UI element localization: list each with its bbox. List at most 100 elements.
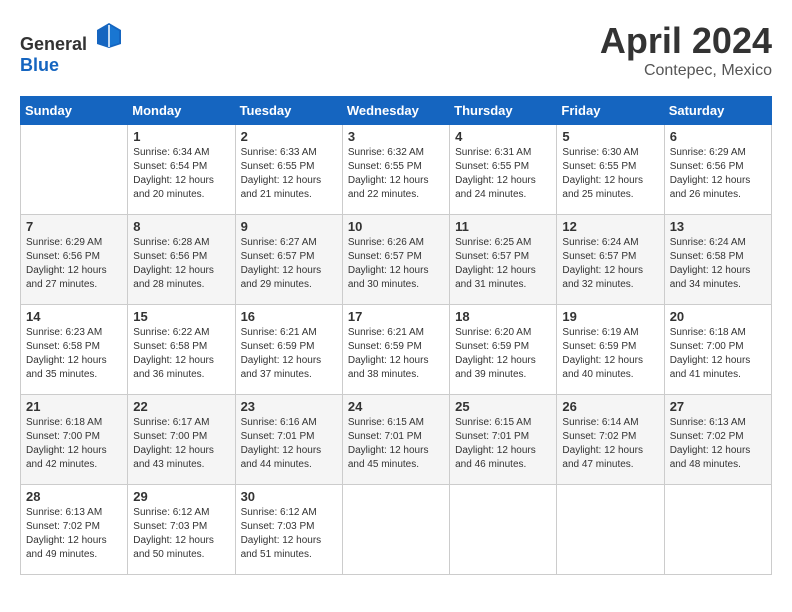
day-number: 5 (562, 129, 658, 144)
day-info: Sunrise: 6:18 AM Sunset: 7:00 PM Dayligh… (670, 326, 766, 382)
title-block: April 2024 Contepec, Mexico (600, 20, 772, 80)
day-info: Sunrise: 6:21 AM Sunset: 6:59 PM Dayligh… (348, 326, 444, 382)
calendar-cell: 24Sunrise: 6:15 AM Sunset: 7:01 PM Dayli… (342, 395, 449, 485)
day-number: 21 (26, 399, 122, 414)
calendar-cell: 27 Sunrise: 6:13 AM Sunset: 7:02 PM Dayli… (664, 395, 771, 485)
day-number: 14 (26, 309, 122, 324)
calendar-cell: 6 Sunrise: 6:29 AM Sunset: 6:56 PM Daylig… (664, 125, 771, 215)
calendar-week-row: 1 Sunrise: 6:34 AM Sunset: 6:54 PM Daylig… (21, 125, 772, 215)
day-info: Sunrise: 6:13 AM Sunset: 7:02 PM Dayligh… (670, 416, 766, 472)
weekday-header-cell: Saturday (664, 97, 771, 125)
calendar-cell: 5Sunrise: 6:30 AM Sunset: 6:55 PM Daylig… (557, 125, 664, 215)
day-number: 7 (26, 219, 122, 234)
day-info: Sunrise: 6:21 AM Sunset: 6:59 PM Dayligh… (241, 326, 337, 382)
day-number: 6 (670, 129, 766, 144)
weekday-header-cell: Wednesday (342, 97, 449, 125)
day-number: 27 (670, 399, 766, 414)
day-number: 30 (241, 489, 337, 504)
day-number: 8 (133, 219, 229, 234)
day-info: Sunrise: 6:25 AM Sunset: 6:57 PM Dayligh… (455, 236, 551, 292)
day-number: 19 (562, 309, 658, 324)
month-title: April 2024 (600, 20, 772, 62)
day-info: Sunrise: 6:31 AM Sunset: 6:55 PM Dayligh… (455, 146, 551, 202)
day-info: Sunrise: 6:12 AM Sunset: 7:03 PM Dayligh… (133, 506, 229, 562)
calendar-table: SundayMondayTuesdayWednesdayThursdayFrid… (20, 96, 772, 575)
calendar-cell: 13Sunrise: 6:24 AM Sunset: 6:58 PM Dayli… (664, 215, 771, 305)
calendar-cell: 20Sunrise: 6:18 AM Sunset: 7:00 PM Dayli… (664, 305, 771, 395)
day-number: 25 (455, 399, 551, 414)
day-number: 3 (348, 129, 444, 144)
day-info: Sunrise: 6:12 AM Sunset: 7:03 PM Dayligh… (241, 506, 337, 562)
day-number: 9 (241, 219, 337, 234)
weekday-header-cell: Tuesday (235, 97, 342, 125)
day-info: Sunrise: 6:28 AM Sunset: 6:56 PM Dayligh… (133, 236, 229, 292)
day-info: Sunrise: 6:17 AM Sunset: 7:00 PM Dayligh… (133, 416, 229, 472)
day-info: Sunrise: 6:15 AM Sunset: 7:01 PM Dayligh… (348, 416, 444, 472)
calendar-cell: 10Sunrise: 6:26 AM Sunset: 6:57 PM Dayli… (342, 215, 449, 305)
calendar-cell: 25Sunrise: 6:15 AM Sunset: 7:01 PM Dayli… (450, 395, 557, 485)
calendar-cell: 15 Sunrise: 6:22 AM Sunset: 6:58 PM Dayli… (128, 305, 235, 395)
calendar-cell: 22 Sunrise: 6:17 AM Sunset: 7:00 PM Dayli… (128, 395, 235, 485)
calendar-cell: 1 Sunrise: 6:34 AM Sunset: 6:54 PM Daylig… (128, 125, 235, 215)
day-number: 23 (241, 399, 337, 414)
page-header: General Blue April 2024 Contepec, Mexico (20, 20, 772, 80)
day-number: 29 (133, 489, 229, 504)
calendar-cell: 7 Sunrise: 6:29 AM Sunset: 6:56 PM Daylig… (21, 215, 128, 305)
logo-blue: Blue (20, 55, 59, 75)
calendar-cell: 12Sunrise: 6:24 AM Sunset: 6:57 PM Dayli… (557, 215, 664, 305)
weekday-header-cell: Thursday (450, 97, 557, 125)
calendar-cell (664, 485, 771, 575)
day-number: 2 (241, 129, 337, 144)
calendar-cell: 30 Sunrise: 6:12 AM Sunset: 7:03 PM Dayli… (235, 485, 342, 575)
calendar-week-row: 21 Sunrise: 6:18 AM Sunset: 7:00 PM Dayli… (21, 395, 772, 485)
day-info: Sunrise: 6:13 AM Sunset: 7:02 PM Dayligh… (26, 506, 122, 562)
day-info: Sunrise: 6:29 AM Sunset: 6:56 PM Dayligh… (670, 146, 766, 202)
calendar-cell: 19 Sunrise: 6:19 AM Sunset: 6:59 PM Dayli… (557, 305, 664, 395)
calendar-cell: 4Sunrise: 6:31 AM Sunset: 6:55 PM Daylig… (450, 125, 557, 215)
day-info: Sunrise: 6:34 AM Sunset: 6:54 PM Dayligh… (133, 146, 229, 202)
day-number: 15 (133, 309, 229, 324)
day-info: Sunrise: 6:16 AM Sunset: 7:01 PM Dayligh… (241, 416, 337, 472)
calendar-week-row: 28Sunrise: 6:13 AM Sunset: 7:02 PM Dayli… (21, 485, 772, 575)
weekday-header-row: SundayMondayTuesdayWednesdayThursdayFrid… (21, 97, 772, 125)
day-info: Sunrise: 6:20 AM Sunset: 6:59 PM Dayligh… (455, 326, 551, 382)
day-number: 1 (133, 129, 229, 144)
day-number: 22 (133, 399, 229, 414)
day-info: Sunrise: 6:29 AM Sunset: 6:56 PM Dayligh… (26, 236, 122, 292)
calendar-cell: 2Sunrise: 6:33 AM Sunset: 6:55 PM Daylig… (235, 125, 342, 215)
day-info: Sunrise: 6:23 AM Sunset: 6:58 PM Dayligh… (26, 326, 122, 382)
calendar-cell: 28Sunrise: 6:13 AM Sunset: 7:02 PM Dayli… (21, 485, 128, 575)
calendar-cell: 3 Sunrise: 6:32 AM Sunset: 6:55 PM Daylig… (342, 125, 449, 215)
calendar-cell: 23 Sunrise: 6:16 AM Sunset: 7:01 PM Dayli… (235, 395, 342, 485)
calendar-cell: 18 Sunrise: 6:20 AM Sunset: 6:59 PM Dayli… (450, 305, 557, 395)
calendar-cell: 8 Sunrise: 6:28 AM Sunset: 6:56 PM Daylig… (128, 215, 235, 305)
day-number: 11 (455, 219, 551, 234)
logo-text: General Blue (20, 20, 124, 76)
calendar-week-row: 7 Sunrise: 6:29 AM Sunset: 6:56 PM Daylig… (21, 215, 772, 305)
calendar-cell: 26 Sunrise: 6:14 AM Sunset: 7:02 PM Dayli… (557, 395, 664, 485)
calendar-cell (557, 485, 664, 575)
weekday-header-cell: Friday (557, 97, 664, 125)
calendar-cell: 16 Sunrise: 6:21 AM Sunset: 6:59 PM Dayli… (235, 305, 342, 395)
day-info: Sunrise: 6:24 AM Sunset: 6:57 PM Dayligh… (562, 236, 658, 292)
weekday-header-cell: Sunday (21, 97, 128, 125)
logo-general: General (20, 34, 87, 54)
weekday-header-cell: Monday (128, 97, 235, 125)
day-number: 16 (241, 309, 337, 324)
day-info: Sunrise: 6:14 AM Sunset: 7:02 PM Dayligh… (562, 416, 658, 472)
day-info: Sunrise: 6:19 AM Sunset: 6:59 PM Dayligh… (562, 326, 658, 382)
location-title: Contepec, Mexico (600, 62, 772, 80)
day-number: 13 (670, 219, 766, 234)
day-info: Sunrise: 6:22 AM Sunset: 6:58 PM Dayligh… (133, 326, 229, 382)
calendar-body: 1 Sunrise: 6:34 AM Sunset: 6:54 PM Daylig… (21, 125, 772, 575)
day-info: Sunrise: 6:18 AM Sunset: 7:00 PM Dayligh… (26, 416, 122, 472)
logo: General Blue (20, 20, 124, 76)
calendar-cell: 14 Sunrise: 6:23 AM Sunset: 6:58 PM Dayli… (21, 305, 128, 395)
calendar-cell: 11 Sunrise: 6:25 AM Sunset: 6:57 PM Dayli… (450, 215, 557, 305)
calendar-cell (342, 485, 449, 575)
day-number: 18 (455, 309, 551, 324)
day-info: Sunrise: 6:26 AM Sunset: 6:57 PM Dayligh… (348, 236, 444, 292)
calendar-cell: 17Sunrise: 6:21 AM Sunset: 6:59 PM Dayli… (342, 305, 449, 395)
day-number: 26 (562, 399, 658, 414)
day-info: Sunrise: 6:32 AM Sunset: 6:55 PM Dayligh… (348, 146, 444, 202)
